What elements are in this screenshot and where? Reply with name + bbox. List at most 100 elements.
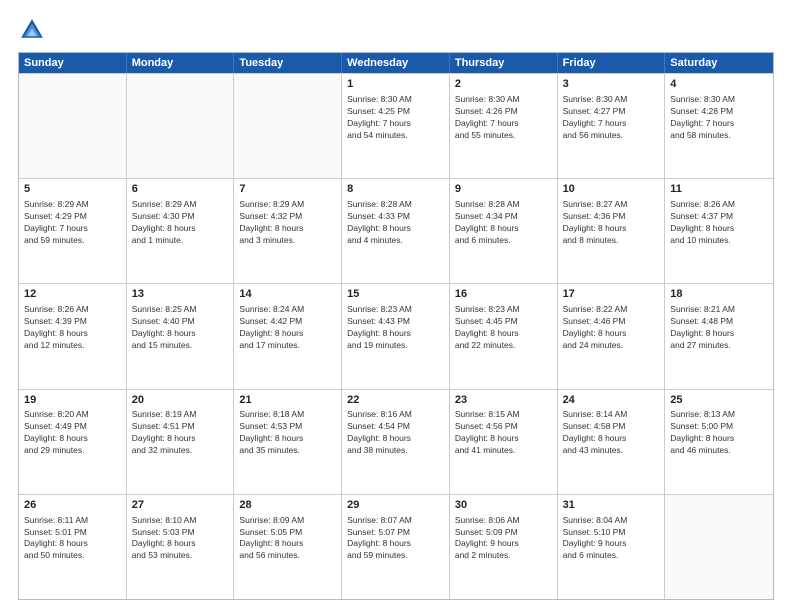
day-info: Sunrise: 8:22 AM Sunset: 4:46 PM Dayligh…	[563, 304, 660, 352]
day-info: Sunrise: 8:11 AM Sunset: 5:01 PM Dayligh…	[24, 515, 121, 563]
day-number: 13	[132, 287, 229, 302]
calendar-row-2: 5 Sunrise: 8:29 AM Sunset: 4:29 PM Daylig…	[19, 178, 773, 283]
day-info: Sunrise: 8:16 AM Sunset: 4:54 PM Dayligh…	[347, 409, 444, 457]
day-number: 18	[670, 287, 768, 302]
day-number: 27	[132, 498, 229, 513]
day-number: 20	[132, 393, 229, 408]
weekday-header-tuesday: Tuesday	[234, 53, 342, 73]
logo-icon	[18, 16, 46, 44]
calendar-cell-day-20: 20Sunrise: 8:19 AM Sunset: 4:51 PM Dayli…	[127, 390, 235, 494]
calendar-cell-day-14: 14 Sunrise: 8:24 AM Sunset: 4:42 PM Dayli…	[234, 284, 342, 388]
day-number: 10	[563, 182, 660, 197]
day-number: 9	[455, 182, 552, 197]
weekday-header-saturday: Saturday	[665, 53, 773, 73]
day-number: 25	[670, 393, 768, 408]
calendar-body: 1 Sunrise: 8:30 AM Sunset: 4:25 PM Daylig…	[19, 73, 773, 599]
calendar-cell-empty	[19, 74, 127, 178]
day-info: Sunrise: 8:07 AM Sunset: 5:07 PM Dayligh…	[347, 515, 444, 563]
day-number: 23	[455, 393, 552, 408]
day-number: 17	[563, 287, 660, 302]
calendar-cell-day-2: 2 Sunrise: 8:30 AM Sunset: 4:26 PM Daylig…	[450, 74, 558, 178]
day-number: 26	[24, 498, 121, 513]
day-number: 16	[455, 287, 552, 302]
calendar-cell-day-25: 25Sunrise: 8:13 AM Sunset: 5:00 PM Dayli…	[665, 390, 773, 494]
day-number: 29	[347, 498, 444, 513]
day-number: 22	[347, 393, 444, 408]
day-info: Sunrise: 8:26 AM Sunset: 4:39 PM Dayligh…	[24, 304, 121, 352]
day-info: Sunrise: 8:09 AM Sunset: 5:05 PM Dayligh…	[239, 515, 336, 563]
calendar-cell-day-18: 18Sunrise: 8:21 AM Sunset: 4:48 PM Dayli…	[665, 284, 773, 388]
calendar-cell-day-24: 24Sunrise: 8:14 AM Sunset: 4:58 PM Dayli…	[558, 390, 666, 494]
day-number: 7	[239, 182, 336, 197]
calendar-cell-day-30: 30 Sunrise: 8:06 AM Sunset: 5:09 PM Dayli…	[450, 495, 558, 599]
day-number: 5	[24, 182, 121, 197]
header	[18, 16, 774, 44]
weekday-header-wednesday: Wednesday	[342, 53, 450, 73]
calendar-cell-day-4: 4Sunrise: 8:30 AM Sunset: 4:28 PM Daylig…	[665, 74, 773, 178]
day-info: Sunrise: 8:29 AM Sunset: 4:30 PM Dayligh…	[132, 199, 229, 247]
day-info: Sunrise: 8:15 AM Sunset: 4:56 PM Dayligh…	[455, 409, 552, 457]
calendar-cell-day-6: 6 Sunrise: 8:29 AM Sunset: 4:30 PM Daylig…	[127, 179, 235, 283]
calendar-cell-day-15: 15Sunrise: 8:23 AM Sunset: 4:43 PM Dayli…	[342, 284, 450, 388]
calendar-cell-empty	[234, 74, 342, 178]
calendar-cell-day-21: 21Sunrise: 8:18 AM Sunset: 4:53 PM Dayli…	[234, 390, 342, 494]
day-info: Sunrise: 8:26 AM Sunset: 4:37 PM Dayligh…	[670, 199, 768, 247]
day-info: Sunrise: 8:28 AM Sunset: 4:34 PM Dayligh…	[455, 199, 552, 247]
day-number: 8	[347, 182, 444, 197]
calendar-cell-day-28: 28 Sunrise: 8:09 AM Sunset: 5:05 PM Dayli…	[234, 495, 342, 599]
weekday-header-thursday: Thursday	[450, 53, 558, 73]
calendar-cell-day-19: 19Sunrise: 8:20 AM Sunset: 4:49 PM Dayli…	[19, 390, 127, 494]
day-info: Sunrise: 8:19 AM Sunset: 4:51 PM Dayligh…	[132, 409, 229, 457]
calendar-cell-day-12: 12 Sunrise: 8:26 AM Sunset: 4:39 PM Dayli…	[19, 284, 127, 388]
calendar-cell-day-10: 10 Sunrise: 8:27 AM Sunset: 4:36 PM Dayli…	[558, 179, 666, 283]
calendar-cell-day-16: 16 Sunrise: 8:23 AM Sunset: 4:45 PM Dayli…	[450, 284, 558, 388]
day-info: Sunrise: 8:24 AM Sunset: 4:42 PM Dayligh…	[239, 304, 336, 352]
day-number: 12	[24, 287, 121, 302]
day-number: 14	[239, 287, 336, 302]
day-info: Sunrise: 8:29 AM Sunset: 4:29 PM Dayligh…	[24, 199, 121, 247]
day-number: 28	[239, 498, 336, 513]
calendar-cell-day-1: 1 Sunrise: 8:30 AM Sunset: 4:25 PM Daylig…	[342, 74, 450, 178]
day-number: 24	[563, 393, 660, 408]
day-number: 21	[239, 393, 336, 408]
day-number: 3	[563, 77, 660, 92]
day-info: Sunrise: 8:06 AM Sunset: 5:09 PM Dayligh…	[455, 515, 552, 563]
page: SundayMondayTuesdayWednesdayThursdayFrid…	[0, 0, 792, 612]
calendar-row-1: 1 Sunrise: 8:30 AM Sunset: 4:25 PM Daylig…	[19, 73, 773, 178]
day-info: Sunrise: 8:14 AM Sunset: 4:58 PM Dayligh…	[563, 409, 660, 457]
calendar-cell-day-8: 8 Sunrise: 8:28 AM Sunset: 4:33 PM Daylig…	[342, 179, 450, 283]
calendar-cell-day-23: 23Sunrise: 8:15 AM Sunset: 4:56 PM Dayli…	[450, 390, 558, 494]
day-info: Sunrise: 8:25 AM Sunset: 4:40 PM Dayligh…	[132, 304, 229, 352]
day-number: 31	[563, 498, 660, 513]
day-info: Sunrise: 8:30 AM Sunset: 4:26 PM Dayligh…	[455, 94, 552, 142]
calendar-row-4: 19Sunrise: 8:20 AM Sunset: 4:49 PM Dayli…	[19, 389, 773, 494]
calendar-cell-day-13: 13 Sunrise: 8:25 AM Sunset: 4:40 PM Dayli…	[127, 284, 235, 388]
day-number: 30	[455, 498, 552, 513]
day-info: Sunrise: 8:23 AM Sunset: 4:43 PM Dayligh…	[347, 304, 444, 352]
day-info: Sunrise: 8:10 AM Sunset: 5:03 PM Dayligh…	[132, 515, 229, 563]
day-info: Sunrise: 8:30 AM Sunset: 4:28 PM Dayligh…	[670, 94, 768, 142]
day-info: Sunrise: 8:04 AM Sunset: 5:10 PM Dayligh…	[563, 515, 660, 563]
day-number: 6	[132, 182, 229, 197]
day-info: Sunrise: 8:30 AM Sunset: 4:27 PM Dayligh…	[563, 94, 660, 142]
calendar-header: SundayMondayTuesdayWednesdayThursdayFrid…	[19, 53, 773, 73]
calendar-cell-day-3: 3 Sunrise: 8:30 AM Sunset: 4:27 PM Daylig…	[558, 74, 666, 178]
day-info: Sunrise: 8:28 AM Sunset: 4:33 PM Dayligh…	[347, 199, 444, 247]
weekday-header-sunday: Sunday	[19, 53, 127, 73]
day-info: Sunrise: 8:23 AM Sunset: 4:45 PM Dayligh…	[455, 304, 552, 352]
calendar-cell-day-27: 27 Sunrise: 8:10 AM Sunset: 5:03 PM Dayli…	[127, 495, 235, 599]
calendar-cell-day-9: 9 Sunrise: 8:28 AM Sunset: 4:34 PM Daylig…	[450, 179, 558, 283]
day-info: Sunrise: 8:30 AM Sunset: 4:25 PM Dayligh…	[347, 94, 444, 142]
logo	[18, 16, 50, 44]
calendar-cell-day-22: 22Sunrise: 8:16 AM Sunset: 4:54 PM Dayli…	[342, 390, 450, 494]
calendar-cell-day-31: 31 Sunrise: 8:04 AM Sunset: 5:10 PM Dayli…	[558, 495, 666, 599]
day-number: 1	[347, 77, 444, 92]
calendar-cell-day-26: 26 Sunrise: 8:11 AM Sunset: 5:01 PM Dayli…	[19, 495, 127, 599]
day-number: 2	[455, 77, 552, 92]
day-info: Sunrise: 8:27 AM Sunset: 4:36 PM Dayligh…	[563, 199, 660, 247]
day-info: Sunrise: 8:13 AM Sunset: 5:00 PM Dayligh…	[670, 409, 768, 457]
calendar-cell-day-17: 17 Sunrise: 8:22 AM Sunset: 4:46 PM Dayli…	[558, 284, 666, 388]
calendar-cell-day-29: 29 Sunrise: 8:07 AM Sunset: 5:07 PM Dayli…	[342, 495, 450, 599]
calendar-cell-day-5: 5 Sunrise: 8:29 AM Sunset: 4:29 PM Daylig…	[19, 179, 127, 283]
calendar-cell-empty	[665, 495, 773, 599]
